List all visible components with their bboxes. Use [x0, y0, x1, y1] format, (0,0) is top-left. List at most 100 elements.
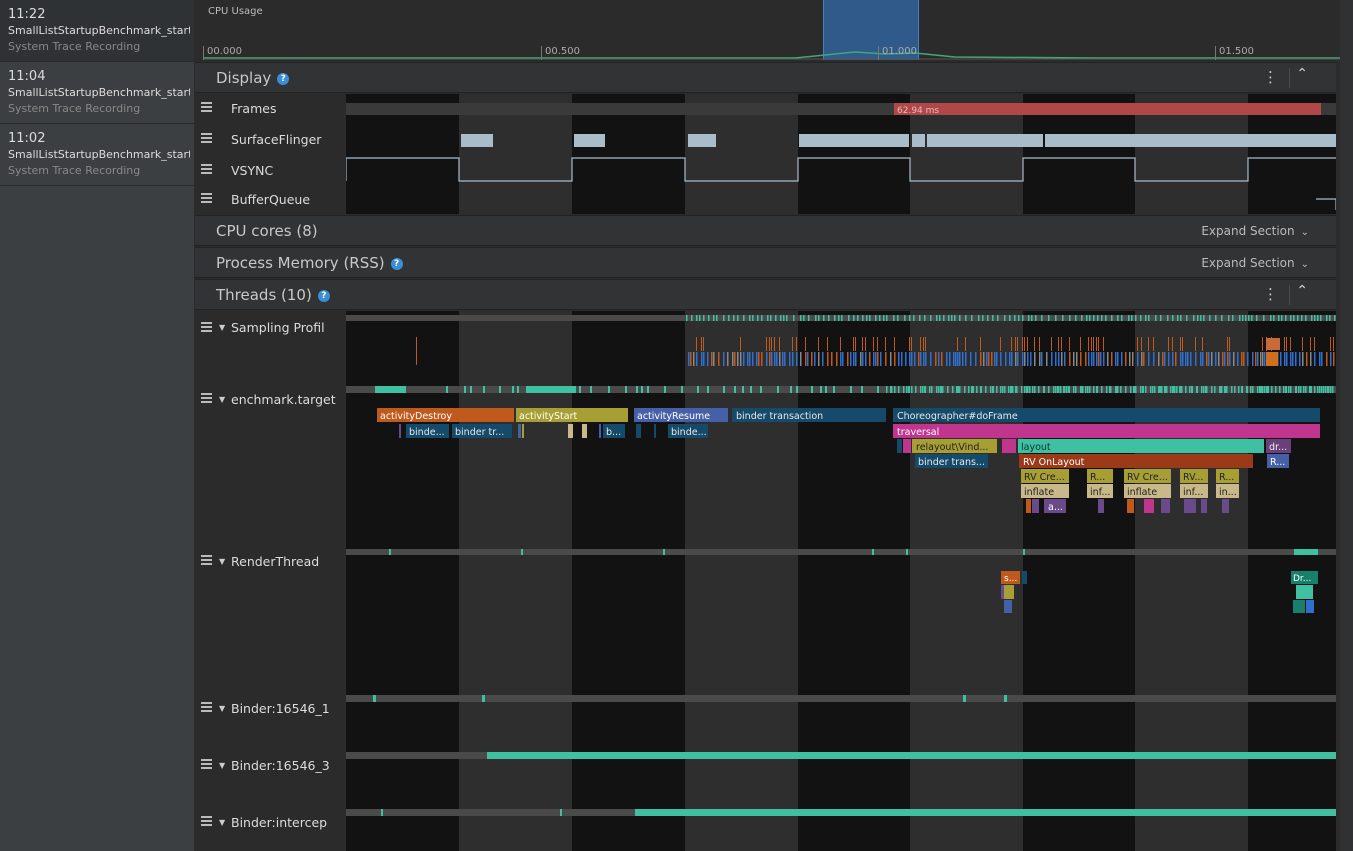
activity-mark	[930, 315, 932, 321]
slice-label: binder trans...	[918, 457, 985, 468]
activity-mark	[1048, 315, 1050, 321]
activity-mark	[1256, 315, 1258, 321]
activity-mark	[518, 424, 521, 438]
activity-mark	[873, 337, 874, 351]
activity-mark	[1170, 386, 1172, 393]
activity-mark	[938, 386, 940, 393]
activity-mark	[847, 352, 849, 366]
activity-mark	[956, 386, 958, 393]
activity-mark	[965, 337, 966, 351]
drag-handle-icon[interactable]	[201, 555, 212, 567]
activity-mark	[1101, 386, 1103, 393]
activity-mark	[743, 352, 745, 366]
thread-track-labels: ▼ Sampling Profil ▼ enchmark.target ▼ Rende…	[195, 311, 345, 851]
expand-triangle-icon[interactable]: ▼	[219, 761, 225, 770]
activity-mark	[758, 352, 760, 366]
activity-mark	[861, 386, 863, 393]
activity-mark	[1314, 352, 1316, 366]
help-icon[interactable]: ?	[317, 289, 330, 302]
activity-mark	[733, 315, 735, 321]
slice-label: in...	[1219, 487, 1237, 498]
expand-triangle-icon[interactable]: ▼	[219, 323, 225, 332]
recording-type: System Trace Recording	[8, 164, 141, 177]
activity-mark	[691, 315, 693, 321]
activity-mark	[1075, 386, 1077, 393]
activity-mark	[1076, 352, 1078, 366]
help-icon[interactable]: ?	[277, 72, 290, 85]
activity-mark	[909, 337, 910, 351]
drag-handle-icon[interactable]	[201, 816, 212, 828]
recording-item[interactable]: 11:04 SmallListStartupBenchmark_start...…	[0, 62, 194, 124]
activity-mark	[697, 386, 699, 393]
activity-mark	[840, 352, 842, 366]
activity-mark	[1334, 315, 1336, 321]
activity-mark	[1181, 386, 1183, 393]
recording-item[interactable]: 11:02 SmallListStartupBenchmark_start...…	[0, 124, 194, 186]
activity-mark	[1211, 386, 1213, 393]
activity-mark	[909, 352, 911, 366]
activity-mark	[1098, 337, 1099, 351]
activity-mark	[1180, 315, 1182, 321]
activity-mark	[375, 386, 406, 393]
activity-mark	[853, 315, 855, 321]
expand-triangle-icon[interactable]: ▼	[219, 557, 225, 566]
activity-mark	[1233, 352, 1235, 366]
activity-mark	[971, 386, 973, 393]
activity-mark	[740, 337, 741, 351]
activity-mark	[1305, 386, 1307, 393]
activity-mark	[1015, 337, 1016, 351]
activity-mark	[1224, 386, 1226, 393]
activity-mark	[1201, 499, 1207, 513]
activity-mark	[1326, 315, 1328, 321]
activity-mark	[1209, 315, 1211, 321]
activity-mark	[1018, 315, 1020, 321]
drag-handle-icon[interactable]	[201, 164, 212, 176]
drag-handle-icon[interactable]	[201, 702, 212, 714]
activity-mark	[579, 386, 581, 393]
drag-handle-icon[interactable]	[201, 322, 212, 334]
activity-mark	[1172, 386, 1174, 393]
vertical-scrollbar[interactable]	[1340, 0, 1353, 851]
expand-triangle-icon[interactable]: ▼	[219, 818, 225, 827]
activity-mark	[1226, 386, 1228, 393]
activity-mark	[1219, 386, 1221, 393]
expand-triangle-icon[interactable]: ▼	[219, 704, 225, 713]
activity-mark	[1058, 386, 1060, 393]
expand-triangle-icon[interactable]: ▼	[219, 395, 225, 404]
activity-mark	[1014, 315, 1016, 321]
activity-mark	[1022, 337, 1023, 351]
activity-mark	[1260, 352, 1262, 366]
activity-mark	[1175, 352, 1177, 366]
drag-handle-icon[interactable]	[201, 133, 212, 145]
recording-name: SmallListStartupBenchmark_start...	[8, 148, 190, 161]
activity-mark	[1229, 337, 1230, 351]
activity-mark	[894, 337, 895, 351]
activity-mark	[1039, 337, 1040, 351]
activity-mark	[1053, 386, 1055, 393]
activity-mark	[911, 337, 912, 351]
activity-mark	[1333, 352, 1335, 366]
activity-mark	[904, 315, 906, 321]
activity-mark	[723, 386, 725, 393]
activity-mark	[1145, 386, 1147, 393]
activity-mark	[850, 352, 852, 366]
drag-handle-icon[interactable]	[201, 102, 212, 114]
activity-mark	[1310, 337, 1311, 351]
track-content[interactable]: 62.94 ms activityDestroy activityStart a…	[346, 0, 1336, 851]
activity-mark	[1046, 352, 1048, 366]
activity-mark	[894, 352, 896, 366]
activity-mark	[716, 315, 718, 321]
activity-mark	[1127, 499, 1134, 513]
frame-slice[interactable]	[894, 103, 1321, 115]
activity-mark	[1161, 386, 1163, 393]
activity-mark	[766, 352, 768, 366]
recording-item[interactable]: 11:22 SmallListStartupBenchmark_start...…	[0, 0, 194, 62]
drag-handle-icon[interactable]	[201, 393, 212, 405]
activity-mark	[1098, 352, 1100, 366]
activity-mark	[968, 386, 970, 393]
activity-mark	[893, 315, 895, 321]
activity-mark	[983, 352, 985, 366]
activity-mark	[808, 315, 810, 321]
drag-handle-icon[interactable]	[201, 193, 212, 205]
drag-handle-icon[interactable]	[201, 759, 212, 771]
